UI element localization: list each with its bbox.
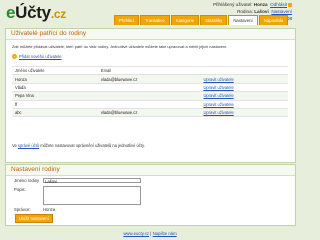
table-row: Vláďa Upravit uživatele: [12, 83, 288, 93]
user-email: vlada@bluewave.cz: [97, 108, 201, 118]
users-panel-title: Uživatelé patřící do rodiny: [6, 29, 295, 40]
column-header-action: [200, 65, 288, 76]
user-name: Honza: [12, 74, 98, 84]
add-icon: +: [12, 54, 17, 60]
user-name: abc: [12, 108, 98, 118]
description-label: Popis:: [14, 187, 26, 192]
user-email: vlada@bluewave.cz: [97, 74, 201, 84]
tab-statistiky[interactable]: Statistiky: [200, 15, 228, 25]
tab-nastaveni[interactable]: Nastavení: [228, 15, 258, 25]
users-table: Jméno uživatele Email Honza vlada@bluewa…: [12, 65, 288, 118]
settings-link[interactable]: Nastavení: [271, 9, 292, 14]
admin-label: Správce:: [14, 207, 31, 212]
user-email: [97, 83, 201, 93]
edit-user-link[interactable]: Upravit uživatele: [200, 74, 288, 84]
edit-user-link[interactable]: Upravit uživatele: [200, 91, 288, 101]
table-row: abc vlada@bluewave.cz Upravit uživatele: [12, 108, 288, 118]
column-header-email: Email: [97, 65, 201, 76]
user-name: ff: [12, 100, 98, 109]
user-email: [97, 91, 201, 101]
column-header-name: Jméno uživatele: [12, 65, 98, 76]
note-prefix: Ve: [12, 143, 17, 148]
tab-prehled[interactable]: Přehled: [114, 15, 139, 25]
table-row: Pepa Vina Upravit uživatele: [12, 91, 288, 101]
footer-separator: |: [150, 231, 152, 236]
logout-link[interactable]: Odhlásit: [270, 2, 287, 7]
family-settings-panel: Nastavení rodiny Jméno rodiny Lašovi Pop…: [5, 164, 296, 226]
description-textarea[interactable]: [43, 186, 141, 205]
table-header-row: Jméno uživatele Email: [12, 65, 288, 76]
logo-main: Účty: [15, 3, 51, 22]
table-row: Honza vlada@bluewave.cz Upravit uživatel…: [12, 74, 288, 84]
tab-napoveda[interactable]: Nápověda: [258, 15, 289, 25]
family-name: Lašovi: [254, 9, 269, 14]
family-settings-title: Nastavení rodiny: [6, 165, 295, 176]
footer-contact-link[interactable]: Napište nám: [153, 231, 177, 236]
save-settings-button[interactable]: Uložit nastavení: [15, 214, 53, 223]
add-user-label: Přidat nového uživatele: [19, 54, 62, 59]
tab-transakce[interactable]: Transakce: [139, 15, 170, 25]
users-panel-description: Zde můžete přidávat uživatele, kteří pat…: [12, 44, 228, 49]
logo[interactable]: eÚčty.cz: [6, 3, 66, 23]
admin-value: Honza: [43, 207, 56, 212]
note-suffix: můžete nastavovat oprávnění uživatelů na…: [40, 143, 145, 148]
user-name: Vláďa: [12, 83, 98, 93]
family-name-label: Jméno rodiny: [14, 178, 40, 183]
logged-user-label: Přihlášený uživatel:: [212, 2, 253, 7]
table-row: ff Upravit uživatele: [12, 100, 288, 109]
edit-user-link[interactable]: Upravit uživatele: [200, 108, 288, 118]
edit-user-link[interactable]: Upravit uživatele: [200, 83, 288, 93]
logo-suffix: .cz: [50, 7, 66, 21]
logged-user-name: Honza: [253, 2, 268, 7]
user-email: [97, 100, 201, 109]
users-panel: Uživatelé patřící do rodiny Zde můžete p…: [5, 28, 296, 163]
add-user-link[interactable]: + Přidat nového uživatele: [12, 54, 62, 60]
logo-prefix: e: [6, 3, 16, 22]
family-label: Rodina:: [237, 9, 253, 14]
family-name-input[interactable]: Lašovi: [43, 177, 141, 184]
footer: www.eucty.cz | Napište nám: [0, 231, 300, 236]
logout-icon[interactable]: [288, 2, 292, 7]
tab-kategorie[interactable]: Kategorie: [170, 15, 200, 25]
permissions-note: Ve správě účtů můžete nastavovat oprávně…: [12, 143, 145, 148]
account-management-link[interactable]: správě účtů: [18, 143, 39, 148]
footer-site-link[interactable]: www.eucty.cz: [123, 231, 149, 236]
main-nav: Přehled Transakce Kategorie Statistiky N…: [114, 15, 289, 25]
user-name: Pepa Vina: [12, 91, 98, 101]
edit-user-link[interactable]: Upravit uživatele: [200, 100, 288, 109]
